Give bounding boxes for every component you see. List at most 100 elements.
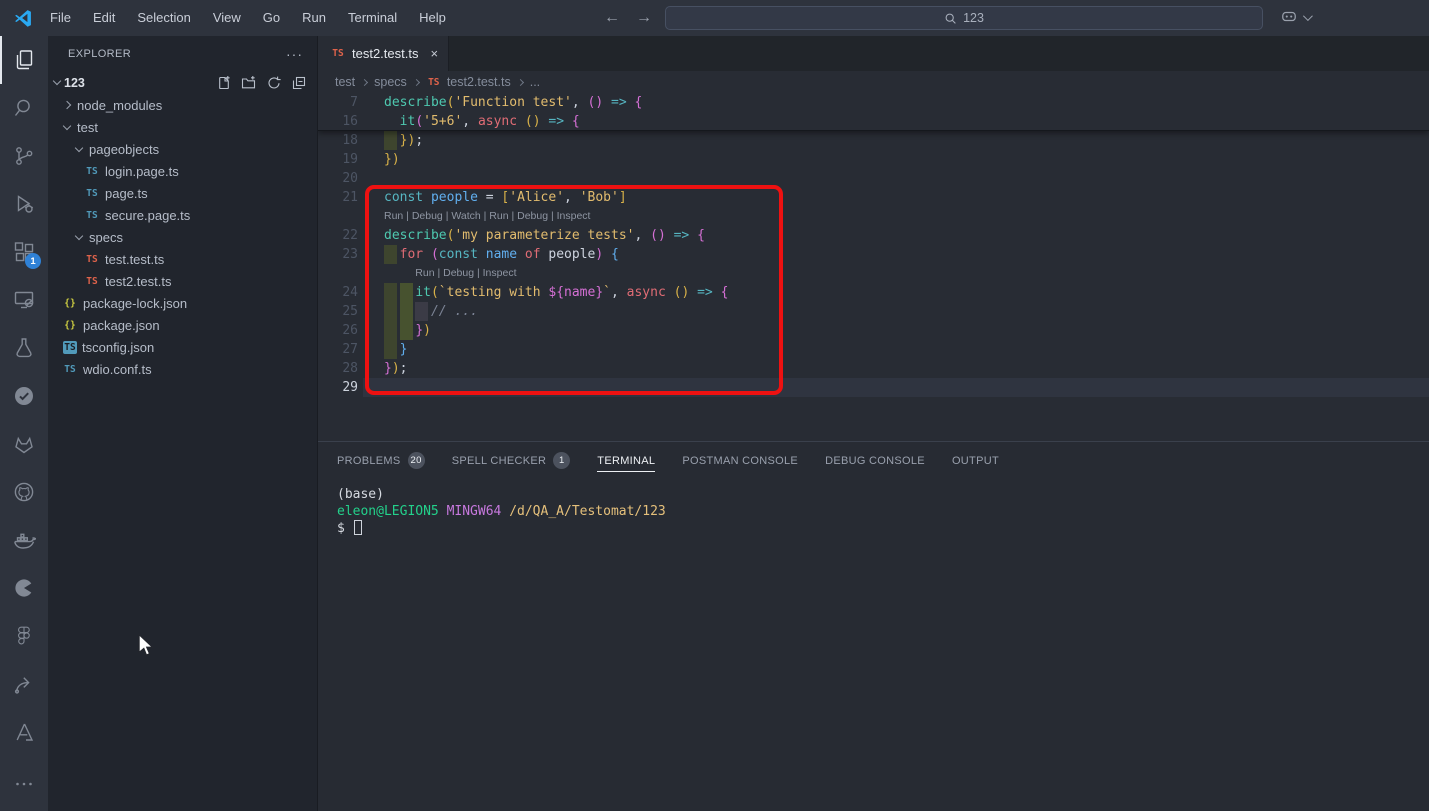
- tree-item-label: test: [77, 120, 98, 135]
- tree-item-label: tsconfig.json: [82, 340, 154, 355]
- explorer-actions: [216, 75, 307, 91]
- annotation-red-box: [365, 185, 783, 395]
- mouse-cursor: [137, 634, 155, 656]
- menu-selection[interactable]: Selection: [126, 0, 201, 36]
- explorer-more-icon[interactable]: ···: [286, 46, 303, 62]
- line-number: 28: [318, 359, 358, 378]
- menu-view[interactable]: View: [202, 0, 252, 36]
- tree-item-tsconfig.json[interactable]: TStsconfig.json: [48, 336, 317, 358]
- activity-item-docker[interactable]: [0, 516, 48, 564]
- activity-item-coverage[interactable]: [0, 372, 48, 420]
- panel-tab-debug-console[interactable]: DEBUG CONSOLE: [825, 455, 925, 467]
- tab-test2.test.ts[interactable]: TS test2.test.ts ×: [318, 36, 449, 71]
- activity-item-testing[interactable]: [0, 324, 48, 372]
- code-line-18: 18 });: [318, 131, 1429, 150]
- activity-item-remote-explorer[interactable]: [0, 276, 48, 324]
- tree-item-test2.test.ts[interactable]: TStest2.test.ts: [48, 270, 317, 292]
- line-number: 27: [318, 340, 358, 359]
- title-bar: FileEditSelectionViewGoRunTerminalHelp ←…: [0, 0, 1429, 36]
- menu-help[interactable]: Help: [408, 0, 457, 36]
- tree-item-label: node_modules: [77, 98, 162, 113]
- breadcrumb-item[interactable]: test: [335, 75, 355, 89]
- activity-item-github[interactable]: [0, 468, 48, 516]
- typescript-file-icon: TS: [330, 48, 346, 59]
- activity-item-source-control[interactable]: [0, 132, 48, 180]
- panel-tab-spell-checker[interactable]: SPELL CHECKER1: [452, 452, 571, 469]
- code-editor[interactable]: 18 });19})2021const people = ['Alice', '…: [318, 93, 1429, 441]
- collapse-folders-icon[interactable]: [291, 75, 307, 91]
- tree-item-label: package-lock.json: [83, 296, 187, 311]
- tree-item-specs[interactable]: specs: [48, 226, 317, 248]
- tree-item-package.json[interactable]: {}package.json: [48, 314, 317, 336]
- gitlab-icon: [12, 432, 36, 456]
- menu-go[interactable]: Go: [252, 0, 291, 36]
- nav-back-icon[interactable]: ←: [604, 9, 620, 27]
- line-number: 21: [318, 188, 358, 207]
- remote-explorer-icon: [12, 288, 36, 312]
- chevron-down-icon: [75, 231, 83, 239]
- activity-item-figma[interactable]: [0, 612, 48, 660]
- line-number: 29: [318, 378, 358, 397]
- panel-tab-terminal[interactable]: TERMINAL: [597, 455, 655, 467]
- close-icon[interactable]: ×: [430, 46, 438, 61]
- tree-item-test[interactable]: test: [48, 116, 317, 138]
- new-file-icon[interactable]: [216, 75, 232, 91]
- tree-item-node_modules[interactable]: node_modules: [48, 94, 317, 116]
- copilot-menu[interactable]: [1280, 9, 1310, 25]
- line-number: 20: [318, 169, 358, 188]
- nav-forward-icon[interactable]: →: [636, 9, 652, 27]
- typescript-file-icon: TS: [84, 166, 100, 177]
- json-file-icon: {}: [62, 298, 78, 309]
- activity-item-extensions[interactable]: 1: [0, 228, 48, 276]
- line-number: 26: [318, 321, 358, 340]
- tree-item-label: pageobjects: [89, 142, 159, 157]
- menu-run[interactable]: Run: [291, 0, 337, 36]
- more-icon: [12, 772, 36, 796]
- activity-item-azure[interactable]: [0, 708, 48, 756]
- chevron-down-icon: [63, 121, 71, 129]
- sticky-scroll: 7describe('Function test', () => {16 it(…: [318, 93, 1429, 131]
- workspace-section-header[interactable]: 123: [48, 71, 317, 94]
- tree-item-pageobjects[interactable]: pageobjects: [48, 138, 317, 160]
- figma-icon: [12, 624, 36, 648]
- command-center-search[interactable]: 123: [665, 6, 1263, 30]
- activity-item-explorer[interactable]: [0, 36, 48, 84]
- menu-terminal[interactable]: Terminal: [337, 0, 408, 36]
- tree-item-page.ts[interactable]: TSpage.ts: [48, 182, 317, 204]
- refresh-icon[interactable]: [266, 75, 282, 91]
- code-line-7: 7describe('Function test', () => {: [318, 93, 1429, 112]
- tree-item-label: login.page.ts: [105, 164, 179, 179]
- tree-item-package-lock.json[interactable]: {} package-lock.json: [48, 292, 317, 314]
- activity-item-share[interactable]: [0, 660, 48, 708]
- breadcrumb-separator-icon: [413, 78, 420, 85]
- code-line-16: 16 it('5+6', async () => {: [318, 112, 1429, 131]
- tree-item-wdio.conf.ts[interactable]: TSwdio.conf.ts: [48, 358, 317, 380]
- chevron-down-icon: [53, 77, 61, 85]
- search-value: 123: [963, 11, 984, 25]
- terminal-line: eleon@LEGION5 MINGW64 /d/QA_A/Testomat/1…: [337, 503, 1429, 520]
- activity-item-search[interactable]: [0, 84, 48, 132]
- breadcrumb-item[interactable]: test2.test.ts: [447, 75, 511, 89]
- tree-item-secure.page.ts[interactable]: TSsecure.page.ts: [48, 204, 317, 226]
- line-number: 25: [318, 302, 358, 321]
- search-icon: [944, 12, 957, 25]
- chevron-down-icon: [75, 143, 83, 151]
- activity-item-gitlab[interactable]: [0, 420, 48, 468]
- breadcrumb-item[interactable]: specs: [374, 75, 407, 89]
- activity-item-code-circle[interactable]: [0, 564, 48, 612]
- panel-tab-problems[interactable]: PROBLEMS20: [337, 452, 425, 469]
- tree-item-test.test.ts[interactable]: TStest.test.ts: [48, 248, 317, 270]
- typescript-file-icon: TS: [84, 254, 100, 265]
- panel-tab-postman-console[interactable]: POSTMAN CONSOLE: [682, 455, 798, 467]
- terminal[interactable]: (base)eleon@LEGION5 MINGW64 /d/QA_A/Test…: [318, 479, 1429, 537]
- activity-item-run-and-debug[interactable]: [0, 180, 48, 228]
- panel-tab-output[interactable]: OUTPUT: [952, 455, 999, 467]
- activity-item-more[interactable]: [0, 760, 48, 808]
- tree-item-login.page.ts[interactable]: TS login.page.ts: [48, 160, 317, 182]
- breadcrumb: testspecsTStest2.test.ts...: [318, 71, 1429, 93]
- menu-file[interactable]: File: [39, 0, 82, 36]
- menu-edit[interactable]: Edit: [82, 0, 126, 36]
- new-folder-icon[interactable]: [241, 75, 257, 91]
- explorer-title: EXPLORER: [68, 48, 131, 60]
- breadcrumb-item[interactable]: ...: [530, 75, 540, 89]
